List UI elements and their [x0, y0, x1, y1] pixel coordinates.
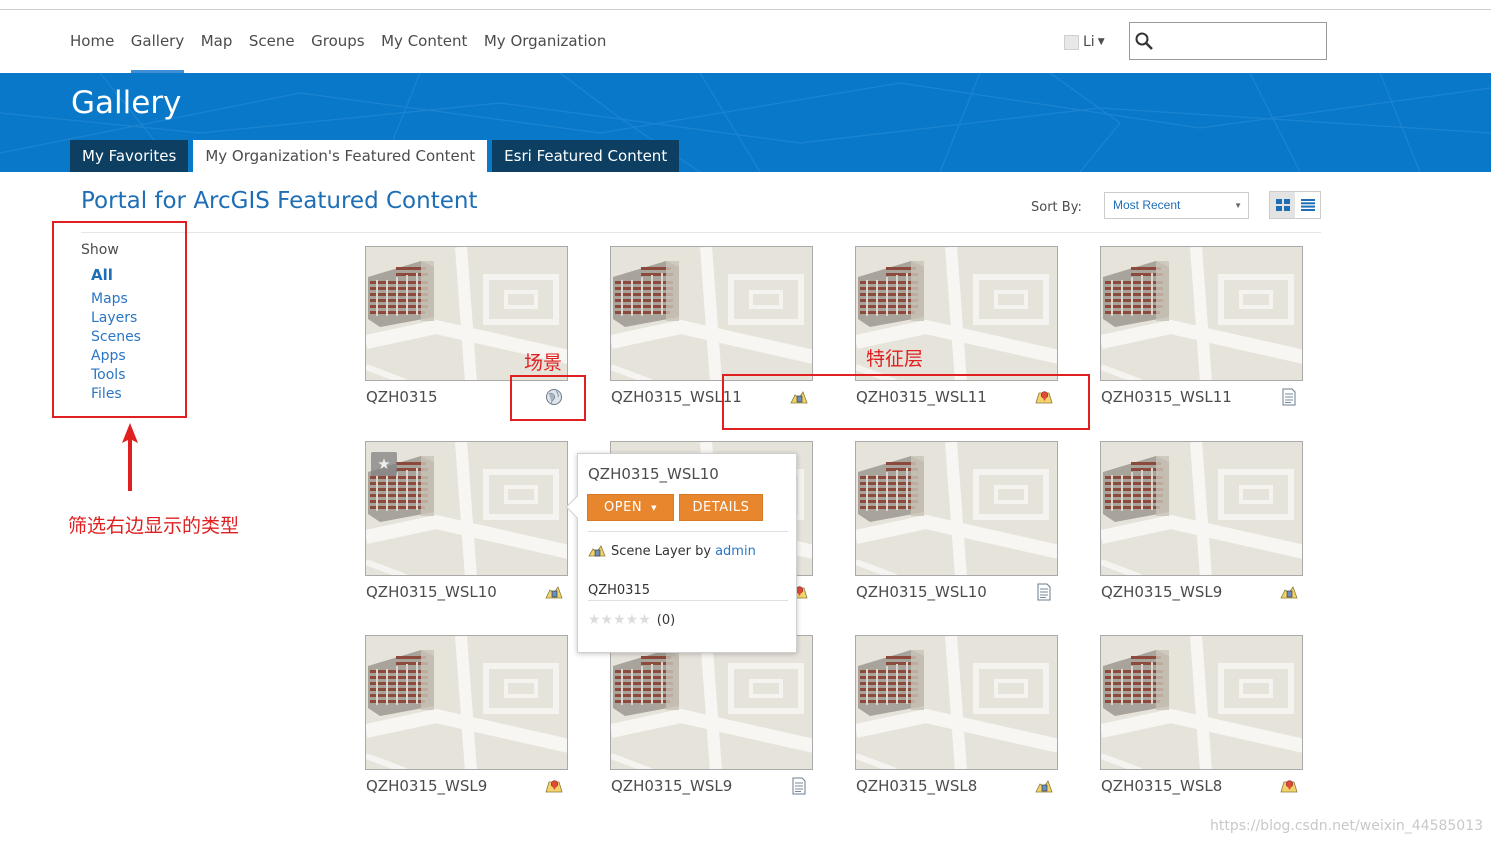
gallery-banner: Gallery My Favorites My Organization's F…: [0, 73, 1491, 172]
nav-scene[interactable]: Scene: [249, 10, 295, 73]
popup-type-line: Scene Layer by admin: [588, 543, 756, 559]
popup-rating: ★★★★★ (0): [588, 612, 675, 628]
scene-layer-icon: [588, 545, 606, 557]
browser-top-strip: [0, 0, 1491, 10]
tab-my-organization-featured[interactable]: My Organization's Featured Content: [193, 140, 488, 172]
nav-home[interactable]: Home: [70, 10, 114, 73]
document-icon: [1280, 388, 1298, 406]
rating-stars-icon[interactable]: ★★★★★: [588, 612, 651, 628]
sort-select[interactable]: Most Recent ▼: [1104, 192, 1249, 219]
nav-map[interactable]: Map: [201, 10, 233, 73]
card-thumbnail[interactable]: [610, 246, 813, 381]
gallery-card[interactable]: QZH0315_WSL9: [1100, 441, 1303, 606]
details-button[interactable]: DETAILS: [679, 494, 763, 521]
avatar: [1064, 34, 1079, 50]
user-menu[interactable]: Li ▼: [1064, 32, 1105, 52]
list-view-button[interactable]: [1295, 192, 1320, 218]
scene-layer-icon: [1035, 777, 1053, 795]
nav-my-content[interactable]: My Content: [381, 10, 467, 73]
card-thumbnail[interactable]: ★: [365, 441, 568, 576]
annotation-feature-label: 特征层: [866, 348, 924, 370]
content-title: Portal for ArcGIS Featured Content: [81, 188, 478, 214]
gallery-card[interactable]: QZH0315_WSL10: [855, 441, 1058, 606]
scene-layer-icon: [1280, 583, 1298, 601]
annotation-scene-label: 场景: [524, 352, 563, 374]
gallery-tabs: My Favorites My Organization's Featured …: [70, 140, 684, 172]
popup-arrow: [565, 495, 589, 519]
card-thumbnail[interactable]: [1100, 441, 1303, 576]
open-button-label: OPEN: [604, 500, 643, 515]
gallery-card[interactable]: QZH0315_WSL9: [365, 635, 568, 800]
card-thumbnail[interactable]: [855, 441, 1058, 576]
page-title: Gallery: [71, 85, 182, 121]
chevron-down-icon: ▼: [1097, 37, 1105, 47]
card-title[interactable]: QZH0315_WSL9: [366, 777, 487, 795]
card-thumbnail[interactable]: [610, 635, 813, 770]
card-title[interactable]: QZH0315_WSL11: [1101, 388, 1232, 406]
card-thumbnail[interactable]: [1100, 246, 1303, 381]
search-icon: [1135, 32, 1153, 50]
sort-label: Sort By:: [1031, 200, 1082, 215]
tab-my-favorites[interactable]: My Favorites: [70, 140, 189, 172]
favorite-star-icon[interactable]: ★: [371, 452, 397, 476]
popup-title: QZH0315_WSL10: [588, 465, 719, 483]
sort-value: Most Recent: [1113, 198, 1181, 212]
list-icon: [1300, 199, 1315, 211]
popup-divider: [588, 531, 788, 532]
annotation-arrow-icon: [122, 423, 138, 491]
nav-groups[interactable]: Groups: [311, 10, 364, 73]
card-thumbnail[interactable]: [855, 635, 1058, 770]
chevron-down-icon: ▼: [651, 503, 657, 512]
card-title[interactable]: QZH0315: [366, 388, 438, 406]
owner-link[interactable]: admin: [715, 544, 756, 559]
open-button[interactable]: OPEN ▼: [587, 494, 674, 521]
nav-my-organization[interactable]: My Organization: [484, 10, 606, 73]
feature-layer-icon: [545, 777, 563, 795]
view-toggle: [1269, 191, 1321, 219]
grid-view-button[interactable]: [1270, 192, 1295, 218]
card-title[interactable]: QZH0315_WSL9: [1101, 583, 1222, 601]
tab-esri-featured[interactable]: Esri Featured Content: [492, 140, 680, 172]
watermark: https://blog.csdn.net/weixin_44585013: [1210, 818, 1484, 834]
popup-group-name: QZH0315: [588, 583, 650, 598]
card-title[interactable]: QZH0315_WSL8: [856, 777, 977, 795]
card-title[interactable]: QZH0315_WSL8: [1101, 777, 1222, 795]
grid-icon: [1275, 199, 1290, 211]
document-icon: [1035, 583, 1053, 601]
card-title[interactable]: QZH0315_WSL10: [856, 583, 987, 601]
document-icon: [790, 777, 808, 795]
scene-layer-icon: [545, 583, 563, 601]
rating-count: (0): [656, 612, 676, 628]
annotation-box-filter: [52, 221, 187, 418]
annotation-filter-note: 筛选右边显示的类型: [68, 515, 240, 537]
header-divider: [81, 232, 1321, 233]
annotation-box-scene-icon: [510, 375, 586, 421]
gallery-card[interactable]: QZH0315_WSL9: [610, 635, 813, 800]
nav-gallery[interactable]: Gallery: [130, 10, 185, 73]
card-title[interactable]: QZH0315_WSL9: [611, 777, 732, 795]
item-popup: QZH0315_WSL10 OPEN ▼ DETAILS Scene Layer…: [565, 453, 797, 653]
card-thumbnail[interactable]: [1100, 635, 1303, 770]
card-title[interactable]: QZH0315_WSL10: [366, 583, 497, 601]
gallery-card[interactable]: QZH0315_WSL11: [1100, 246, 1303, 411]
gallery-card[interactable]: QZH0315_WSL8: [1100, 635, 1303, 800]
gallery-card[interactable]: ★ QZH0315_WSL10: [365, 441, 568, 606]
gallery-card[interactable]: QZH0315_WSL8: [855, 635, 1058, 800]
feature-layer-icon: [1280, 777, 1298, 795]
card-thumbnail[interactable]: [365, 635, 568, 770]
search-input[interactable]: [1158, 29, 1322, 53]
popup-divider: [588, 600, 788, 601]
annotation-box-feature-icon: [722, 374, 1090, 430]
chevron-down-icon: ▼: [1234, 201, 1242, 210]
popup-type-label: Scene Layer by: [611, 543, 712, 559]
nav-links: Home Gallery Map Scene Groups My Content…: [70, 10, 623, 73]
user-name: Li: [1083, 34, 1095, 50]
top-nav: Home Gallery Map Scene Groups My Content…: [0, 10, 1491, 73]
search-box[interactable]: [1129, 22, 1327, 60]
